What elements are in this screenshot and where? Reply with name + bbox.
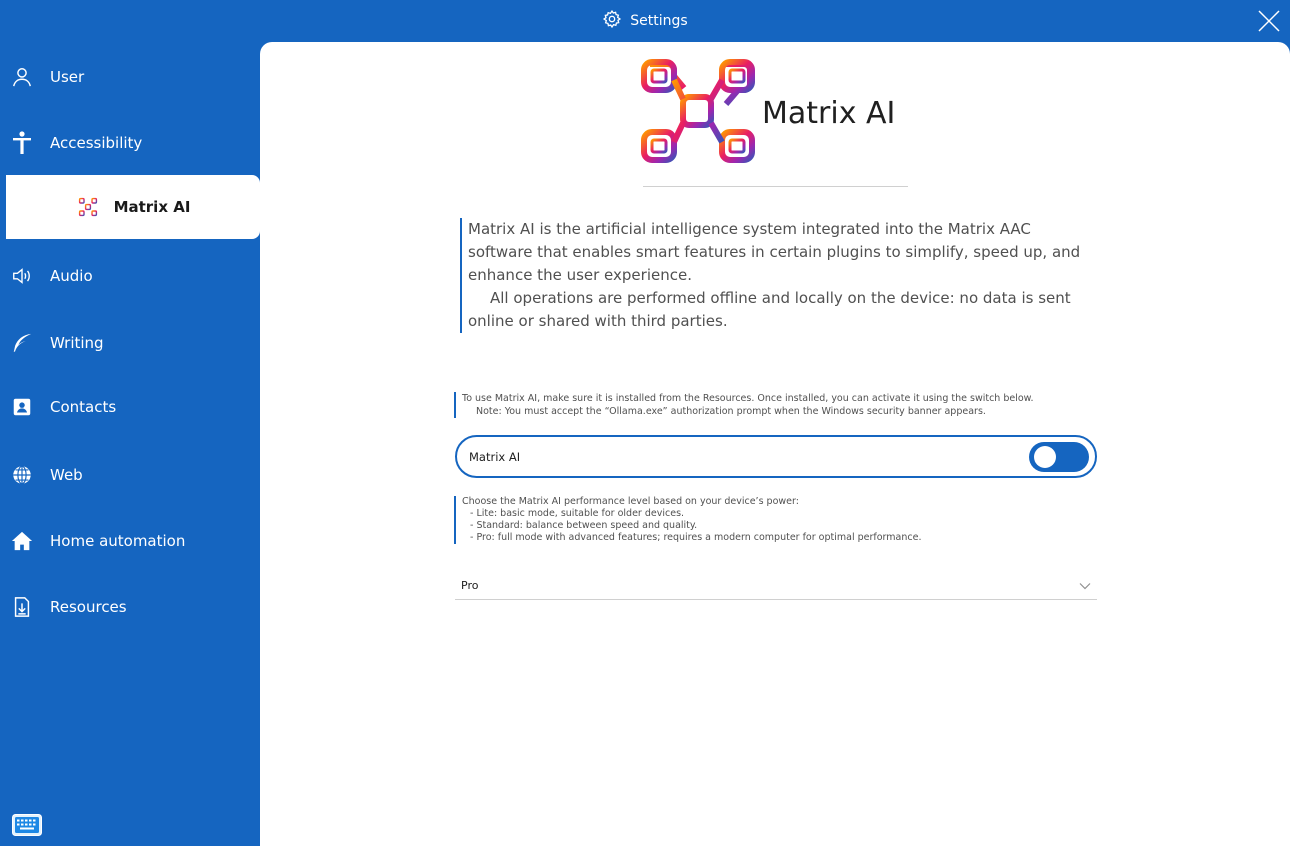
sidebar: User Accessibility Matrix AI Audio Writi…: [0, 42, 260, 846]
chevron-down-icon: [1079, 582, 1091, 589]
keyboard-button[interactable]: [12, 814, 42, 836]
sidebar-item-web[interactable]: Web: [0, 450, 260, 500]
download-file-icon: [10, 595, 34, 619]
sidebar-item-writing[interactable]: Writing: [0, 318, 260, 368]
accessibility-icon: [10, 131, 34, 155]
globe-icon: [10, 463, 34, 487]
sidebar-item-label: Contacts: [50, 398, 117, 416]
level-pro: - Pro: full mode with advanced features;…: [470, 532, 922, 543]
matrix-ai-logo: Matrix AI: [638, 56, 895, 166]
feather-icon: [10, 331, 34, 355]
keyboard-icon: [12, 814, 42, 836]
close-icon: [1258, 10, 1280, 32]
contacts-icon: [10, 395, 34, 419]
level-standard: - Standard: balance between speed and qu…: [470, 520, 698, 531]
close-button[interactable]: [1248, 0, 1290, 42]
matrix-ai-logo-icon: [641, 59, 755, 163]
select-value: Pro: [461, 579, 479, 592]
sidebar-item-label: User: [50, 68, 85, 86]
sidebar-item-matrix-ai[interactable]: Matrix AI: [6, 175, 260, 239]
title-bar: Settings: [0, 0, 1290, 42]
sidebar-item-label: Web: [50, 466, 83, 484]
description-line-2: All operations are performed offline and…: [468, 289, 1071, 330]
logo-text: Matrix AI: [762, 95, 896, 131]
home-icon: [10, 529, 34, 553]
matrix-ai-icon: [76, 195, 100, 219]
sidebar-item-user[interactable]: User: [0, 52, 260, 102]
window-title-text: Settings: [630, 13, 688, 29]
sidebar-item-label: Writing: [50, 334, 104, 352]
levels-intro: Choose the Matrix AI performance level b…: [462, 496, 799, 507]
performance-levels-info: Choose the Matrix AI performance level b…: [454, 496, 1104, 544]
install-note-line-2: Note: You must accept the “Ollama.exe” a…: [476, 406, 986, 417]
sidebar-item-label: Resources: [50, 598, 127, 616]
sidebar-item-contacts[interactable]: Contacts: [0, 382, 260, 432]
sidebar-item-label: Accessibility: [50, 134, 143, 152]
description: Matrix AI is the artificial intelligence…: [460, 218, 1100, 333]
sidebar-item-resources[interactable]: Resources: [0, 582, 260, 632]
divider: [643, 186, 908, 187]
window-title: Settings: [602, 9, 688, 33]
sidebar-item-label: Audio: [50, 267, 93, 285]
speaker-icon: [10, 264, 34, 288]
install-note: To use Matrix AI, make sure it is instal…: [454, 392, 1104, 418]
gear-icon: [602, 9, 622, 33]
description-line-1: Matrix AI is the artificial intelligence…: [468, 220, 1081, 284]
sidebar-item-label: Home automation: [50, 532, 186, 550]
sidebar-item-audio[interactable]: Audio: [0, 251, 260, 301]
sidebar-item-home-automation[interactable]: Home automation: [0, 516, 260, 566]
level-lite: - Lite: basic mode, suitable for older d…: [470, 508, 685, 519]
toggle-label: Matrix AI: [469, 449, 521, 464]
main-panel: Matrix AI Matrix AI is the artificial in…: [260, 42, 1290, 846]
performance-level-select[interactable]: Pro: [455, 572, 1097, 600]
sidebar-item-label: Matrix AI: [113, 198, 191, 216]
install-note-line-1: To use Matrix AI, make sure it is instal…: [462, 393, 1034, 404]
user-icon: [10, 65, 34, 89]
sidebar-item-accessibility[interactable]: Accessibility: [0, 118, 260, 168]
matrix-ai-toggle-row[interactable]: Matrix AI: [455, 435, 1097, 478]
switch-knob: [1034, 445, 1056, 468]
matrix-ai-switch[interactable]: [1029, 441, 1089, 472]
